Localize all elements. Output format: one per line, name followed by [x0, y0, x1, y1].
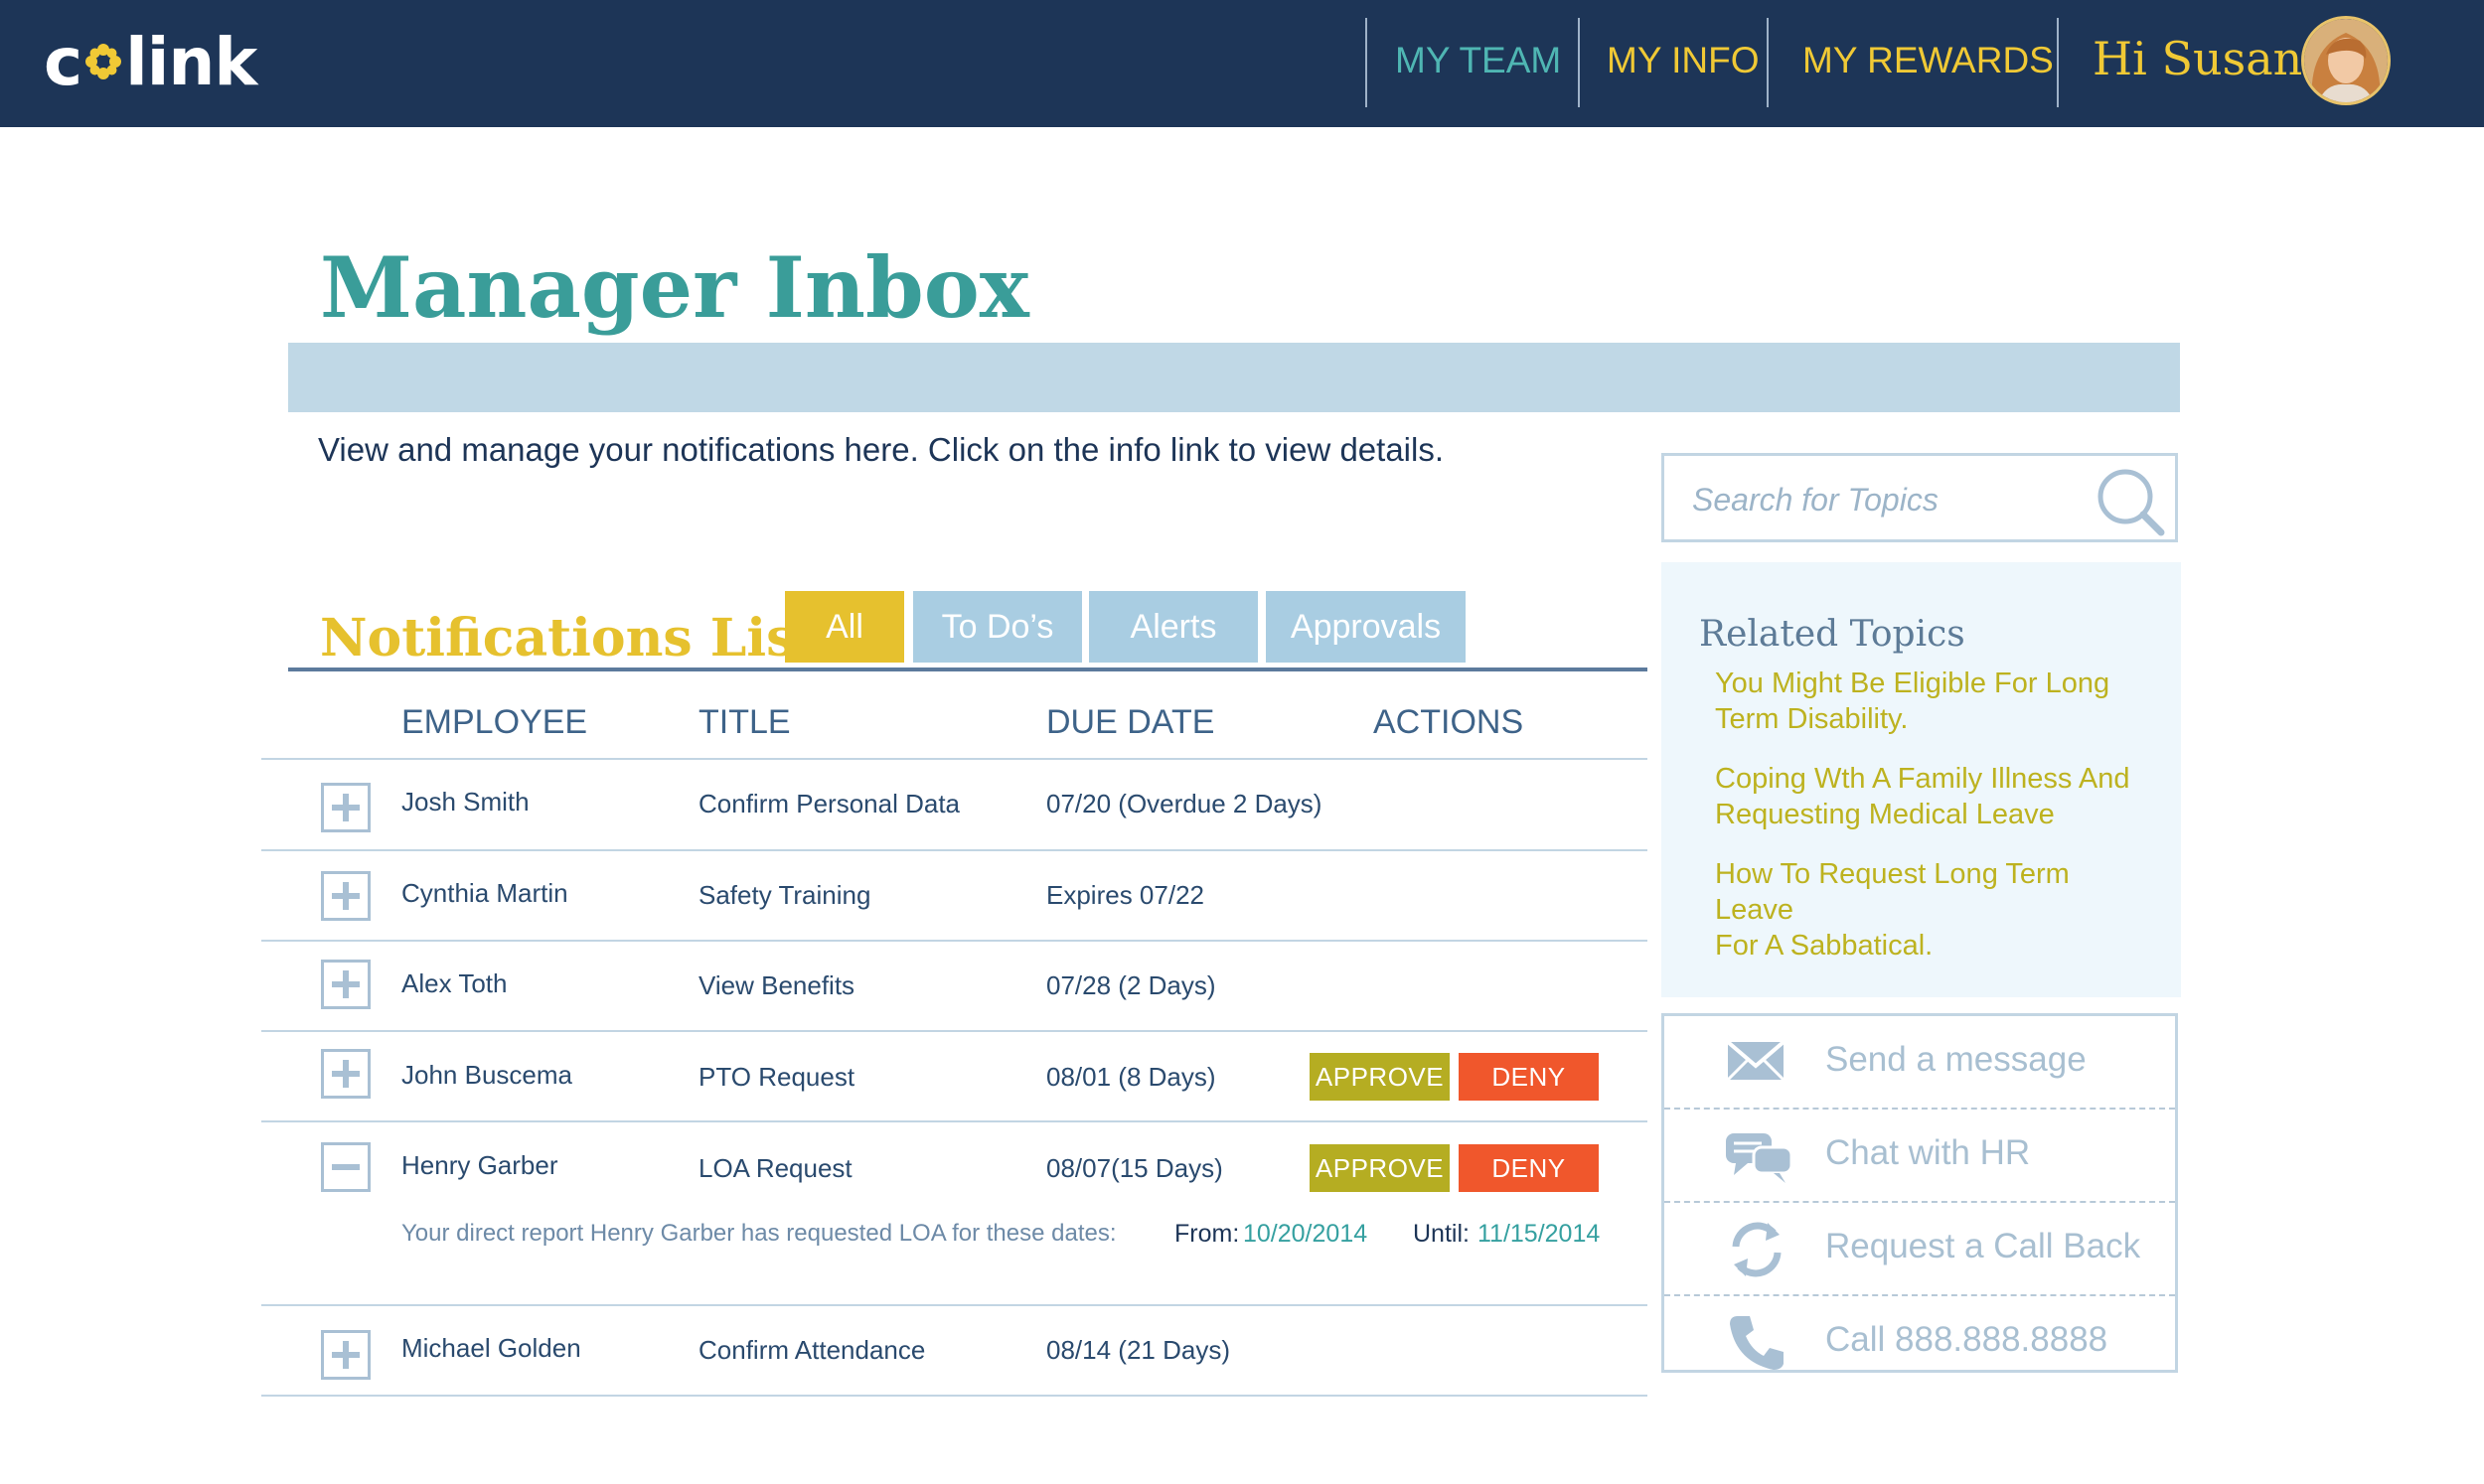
minus-icon: [332, 1164, 360, 1170]
nav-my-info[interactable]: MY INFO: [1607, 40, 1760, 81]
tab-approvals[interactable]: Approvals: [1266, 591, 1466, 663]
related-topic-link[interactable]: Coping Wth A Family Illness And Requesti…: [1715, 761, 2152, 832]
column-header-due-date[interactable]: DUE DATE: [1046, 703, 1214, 742]
plus-icon: [332, 970, 360, 998]
notification-title[interactable]: Safety Training: [699, 880, 870, 911]
notification-title[interactable]: Confirm Personal Data: [699, 789, 960, 819]
avatar[interactable]: [2301, 16, 2391, 105]
send-message-label: Send a message: [1825, 1040, 2087, 1079]
expand-button[interactable]: [321, 783, 371, 832]
employee-name[interactable]: John Buscema: [401, 1060, 572, 1091]
phone-icon: [1730, 1316, 1784, 1370]
plus-icon: [332, 1341, 360, 1369]
expand-button[interactable]: [321, 960, 371, 1009]
due-date: 08/01 (8 Days): [1046, 1062, 1216, 1092]
logo-text-left: c: [44, 23, 82, 100]
tab-alerts[interactable]: Alerts: [1089, 591, 1258, 663]
refresh-icon: [1732, 1222, 1782, 1277]
column-header-title[interactable]: TITLE: [699, 703, 791, 742]
search-icon[interactable]: [2092, 464, 2171, 537]
colink-logo[interactable]: c link: [44, 22, 257, 101]
call-phone-label: Call 888.888.8888: [1825, 1320, 2108, 1359]
due-date: 07/28 (2 Days): [1046, 970, 1216, 1000]
chat-with-hr-label: Chat with HR: [1825, 1133, 2031, 1172]
employee-name[interactable]: Alex Toth: [401, 968, 507, 999]
nav-divider: [1578, 18, 1580, 107]
notification-title[interactable]: View Benefits: [699, 970, 854, 1001]
request-callback-button[interactable]: Request a Call Back: [1664, 1203, 2175, 1294]
logo-text-right: link: [125, 23, 257, 100]
notification-title[interactable]: LOA Request: [699, 1153, 853, 1184]
row-divider: [261, 1120, 1647, 1122]
chat-icon: [1726, 1133, 1793, 1183]
until-label: Until:: [1413, 1220, 1470, 1248]
due-date: 07/20 (Overdue 2 Days): [1046, 789, 1322, 818]
employee-name[interactable]: Josh Smith: [401, 787, 530, 817]
call-phone-button[interactable]: Call 888.888.8888: [1664, 1296, 2175, 1388]
expand-button[interactable]: [321, 1330, 371, 1380]
row-divider: [261, 849, 1647, 851]
nav-my-rewards[interactable]: MY REWARDS: [1802, 40, 2054, 81]
expand-button[interactable]: [321, 1049, 371, 1099]
flower-icon: [85, 44, 122, 79]
notification-title[interactable]: Confirm Attendance: [699, 1335, 925, 1366]
collapse-button[interactable]: [321, 1142, 371, 1192]
approve-button[interactable]: APPROVE: [1310, 1144, 1450, 1192]
page-title: Manager Inbox: [320, 238, 1029, 337]
row-divider: [261, 1030, 1647, 1032]
intro-text: View and manage your notifications here.…: [318, 431, 1445, 468]
column-header-actions: ACTIONS: [1373, 703, 1524, 741]
employee-name[interactable]: Henry Garber: [401, 1150, 558, 1181]
related-topic-link[interactable]: For A Sabbatical.: [1715, 928, 2152, 964]
due-date: Expires 07/22: [1046, 880, 1204, 910]
nav-divider: [1767, 18, 1769, 107]
row-divider: [261, 1304, 1647, 1306]
plus-icon: [332, 794, 360, 821]
deny-button[interactable]: DENY: [1459, 1053, 1599, 1101]
related-topics-panel: Related Topics You Might Be Eligible For…: [1661, 562, 2181, 997]
from-date: 10/20/2014: [1243, 1220, 1368, 1248]
nav-divider: [1365, 18, 1367, 107]
contact-options-panel: Send a message Chat with HR Request a Ca…: [1661, 1013, 2178, 1373]
user-photo-icon: [2304, 19, 2388, 102]
due-date: 08/14 (21 Days): [1046, 1335, 1230, 1365]
due-date: 08/07(15 Days): [1046, 1153, 1223, 1183]
employee-name[interactable]: Cynthia Martin: [401, 878, 568, 909]
row-divider: [261, 758, 1647, 760]
top-navigation-bar: c link MY TEAM MY INFO MY REWARDS Hi Sus…: [0, 0, 2484, 127]
title-band: [288, 343, 2180, 412]
related-topic-link[interactable]: How To Request Long Term Leave: [1715, 856, 2112, 928]
envelope-icon: [1726, 1040, 1785, 1082]
expand-button[interactable]: [321, 871, 371, 921]
notification-title[interactable]: PTO Request: [699, 1062, 854, 1093]
chat-with-hr-button[interactable]: Chat with HR: [1664, 1110, 2175, 1201]
row-divider: [261, 940, 1647, 942]
related-topic-link[interactable]: You Might Be Eligible For Long Term Disa…: [1715, 666, 2152, 737]
nav-my-team[interactable]: MY TEAM: [1395, 40, 1561, 81]
approve-button[interactable]: APPROVE: [1310, 1053, 1450, 1101]
related-topics-heading: Related Topics: [1699, 614, 1965, 655]
deny-button[interactable]: DENY: [1459, 1144, 1599, 1192]
notifications-divider: [288, 668, 1647, 671]
until-date: 11/15/2014: [1477, 1220, 1601, 1248]
tab-all[interactable]: All: [785, 591, 904, 663]
request-callback-label: Request a Call Back: [1825, 1227, 2141, 1265]
user-greeting: Hi Susan: [2093, 32, 2303, 85]
loa-detail-text: Your direct report Henry Garber has requ…: [401, 1220, 1117, 1247]
nav-divider: [2057, 18, 2059, 107]
from-label: From:: [1174, 1220, 1240, 1248]
notifications-title: Notifications List: [320, 608, 820, 668]
plus-icon: [332, 882, 360, 910]
search-box: [1661, 453, 2178, 542]
column-header-employee[interactable]: EMPLOYEE: [401, 703, 587, 742]
plus-icon: [332, 1060, 360, 1088]
employee-name[interactable]: Michael Golden: [401, 1333, 581, 1364]
send-message-button[interactable]: Send a message: [1664, 1016, 2175, 1108]
tab-todos[interactable]: To Do’s: [913, 591, 1082, 663]
search-input[interactable]: [1692, 476, 2090, 523]
row-divider: [261, 1395, 1647, 1397]
